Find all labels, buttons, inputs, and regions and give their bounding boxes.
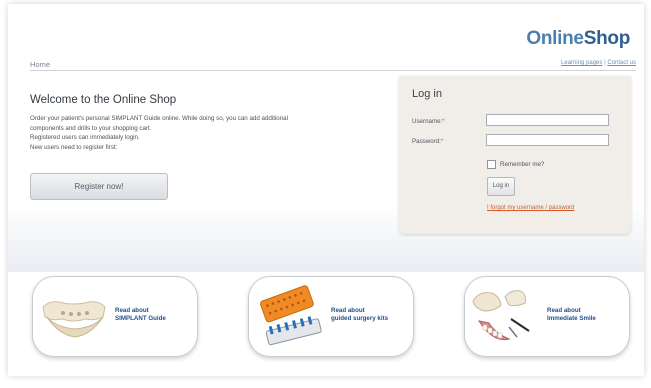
- remember-me-checkbox[interactable]: [487, 160, 496, 169]
- logo-text-online: Online: [526, 28, 584, 49]
- username-label-text: Username:: [412, 118, 443, 125]
- username-input[interactable]: [486, 114, 609, 126]
- card-label: Read about guided surgery kits: [331, 307, 411, 322]
- immediate-smile-icon: [472, 290, 530, 341]
- required-mark: *: [442, 118, 445, 125]
- surgery-kits-card[interactable]: Read about guided surgery kits: [248, 276, 414, 357]
- login-title: Log in: [412, 88, 442, 100]
- top-navigation: Home Learning pages | Contact us: [30, 58, 636, 71]
- card-label: Read about SIMPLANT Guide: [115, 307, 195, 322]
- password-label: Password:*: [412, 138, 443, 145]
- page-frame: OnlineShop Home Learning pages | Contact…: [8, 4, 644, 376]
- online-shop-logo[interactable]: OnlineShop: [526, 28, 630, 50]
- welcome-line: Order your patient's personal SIMPLANT G…: [30, 115, 288, 122]
- password-input[interactable]: [486, 134, 609, 146]
- register-now-button[interactable]: Register now!: [30, 173, 168, 200]
- simplant-guide-card[interactable]: Read about SIMPLANT Guide: [32, 276, 198, 357]
- welcome-text: Order your patient's personal SIMPLANT G…: [30, 114, 380, 152]
- login-button[interactable]: Log in: [487, 177, 515, 196]
- welcome-line: New users need to register first:: [30, 143, 118, 151]
- forgot-credentials-link[interactable]: I forgot my username / password: [487, 205, 574, 211]
- home-link[interactable]: Home: [30, 60, 50, 69]
- welcome-title: Welcome to the Online Shop: [30, 94, 177, 106]
- required-mark: *: [440, 138, 444, 145]
- surgery-kit-icon: [260, 285, 322, 346]
- welcome-line: components and drills to your shopping c…: [30, 124, 152, 132]
- dental-guide-icon: [42, 301, 106, 338]
- card-label: Read about Immediate Smile: [547, 307, 627, 322]
- card-label-line: SIMPLANT Guide: [115, 314, 166, 322]
- card-label-line: Read about: [547, 307, 581, 314]
- immediate-smile-card[interactable]: Read about Immediate Smile: [464, 276, 630, 357]
- welcome-line: Registered users can immediately login.: [30, 134, 140, 141]
- learning-pages-link[interactable]: Learning pages: [561, 60, 602, 66]
- card-label-line: Read about: [115, 307, 149, 314]
- logo-text-shop: Shop: [583, 28, 631, 49]
- remember-me-row: Remember me?: [487, 160, 544, 169]
- username-label: Username:*: [412, 118, 445, 125]
- password-label-text: Password:: [412, 138, 441, 145]
- login-panel: Log in Username:* Password:* Remember me…: [399, 76, 631, 234]
- card-label-line: Immediate Smile: [547, 314, 596, 322]
- remember-me-label: Remember me?: [500, 161, 545, 169]
- card-label-line: Read about: [331, 307, 365, 314]
- top-links: Learning pages | Contact us: [561, 60, 636, 66]
- welcome-section: Welcome to the Online Shop Order your pa…: [30, 94, 380, 152]
- contact-us-link[interactable]: Contact us: [607, 60, 636, 66]
- card-label-line: guided surgery kits: [331, 314, 389, 322]
